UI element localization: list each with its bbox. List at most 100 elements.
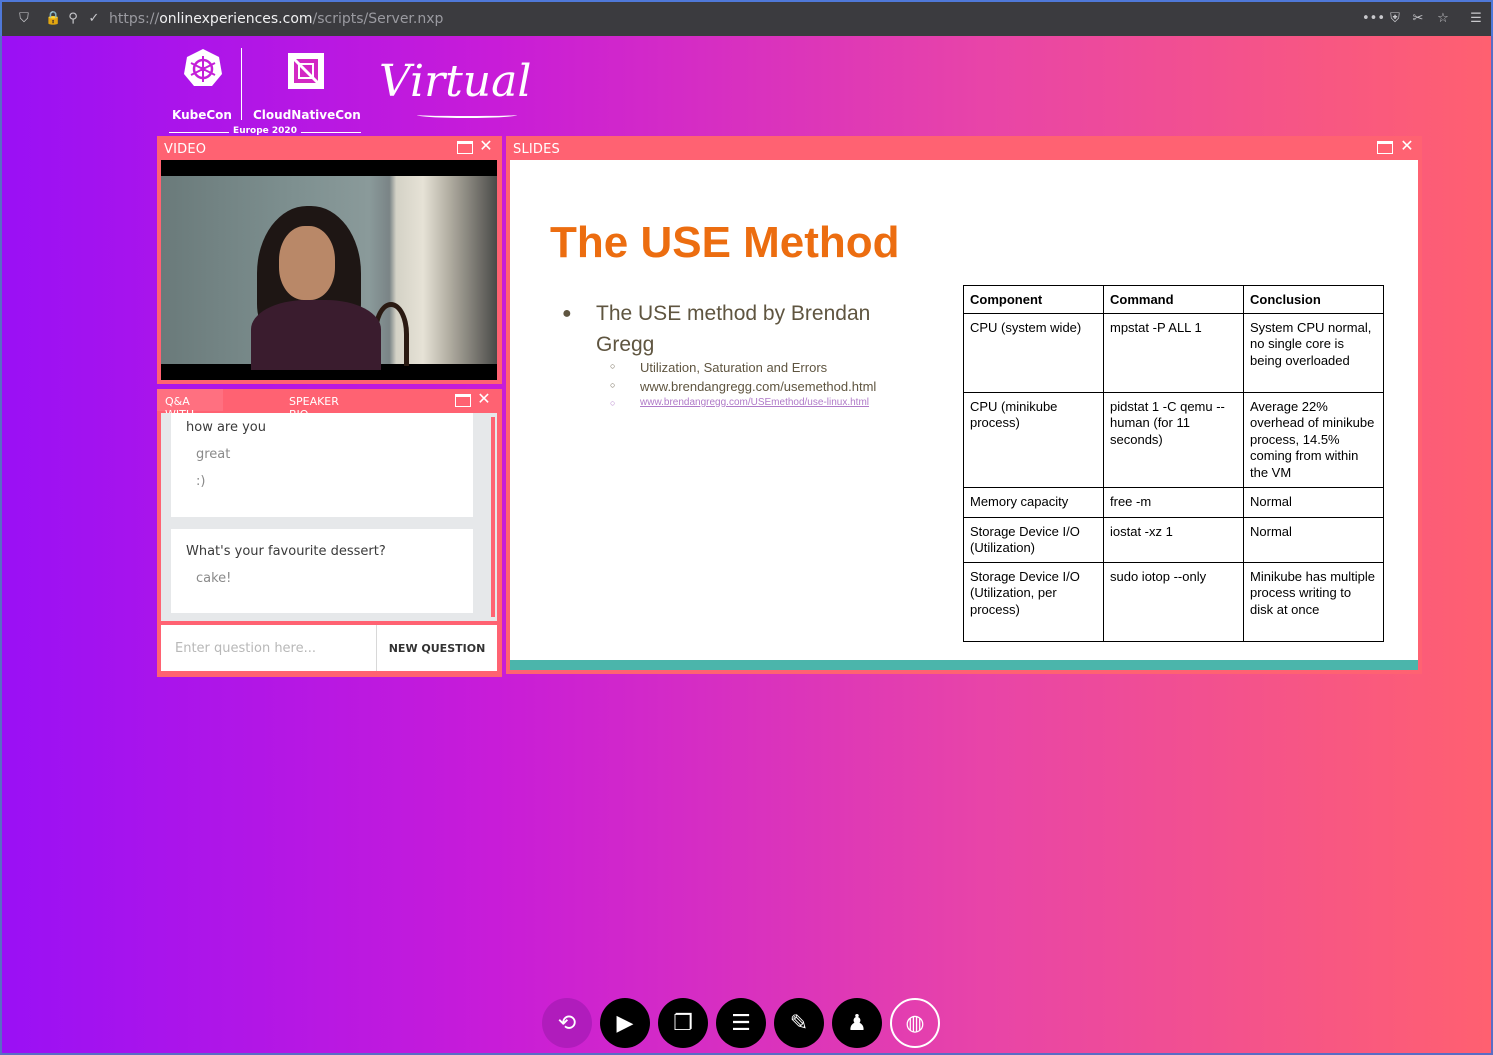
subbullet-circle: ○ [610,380,616,390]
virtual-swash [417,112,517,118]
table-header-cell: Command [1103,285,1244,314]
tab-qa-with-speaker[interactable]: Q&A WITH SPEAKER [157,389,223,434]
use-method-table: Component Command Conclusion CPU (system… [963,285,1384,642]
refresh-icon: ⟲ [557,1010,577,1036]
close-icon[interactable]: ✕ [477,391,491,407]
subbullet-circle: ○ [610,361,616,371]
kubecon-wordmark: KubeCon [172,108,232,122]
video-player[interactable] [161,160,497,380]
table-cell: mpstat -P ALL 1 [1103,312,1244,393]
video-icon: ▶ [616,1010,634,1036]
close-icon[interactable]: ✕ [1400,138,1414,154]
cloudnativecon-icon [288,53,324,89]
table-row: CPU (system wide) mpstat -P ALL 1 System… [963,312,1384,393]
table-header-cell: Conclusion [1243,285,1384,314]
qa-question: What's your favourite dessert? [186,544,386,559]
question-input[interactable] [161,625,376,671]
subbullet-link-text[interactable]: www.brendangregg.com/USEmethod/use-linux… [640,397,869,408]
maximize-icon[interactable] [457,141,473,154]
subbullet-text: www.brendangregg.com/usemethod.html [640,379,877,394]
table-cell: Normal [1243,486,1384,518]
globe-icon: ◍ [905,1010,925,1036]
subbullet-circle: ○ [610,398,616,408]
logo-divider [241,48,242,120]
event-logo: KubeCon CloudNativeCon Europe 2020 Virtu… [167,46,531,136]
table-cell: Storage Device I/O (Utilization) [963,516,1104,563]
table-cell: sudo iotop --only [1103,561,1244,642]
video-button[interactable]: ▶ [600,998,650,1048]
qa-panel: Q&A WITH SPEAKER SPEAKER BIO ✕ how are y… [157,389,502,677]
bookmark-star-icon[interactable]: ☆ [1435,11,1451,27]
qa-button[interactable]: ✎ [774,998,824,1048]
globe-button[interactable]: ◍ [890,998,940,1048]
tab-speaker-bio[interactable]: SPEAKER BIO [281,389,347,421]
table-row: Storage Device I/O (Utilization, per pro… [963,561,1384,642]
table-row: CPU (minikube process) pidstat 1 -C qemu… [963,391,1384,488]
table-row: Storage Device I/O (Utilization) iostat … [963,516,1384,563]
qa-answer: cake! [196,571,232,586]
slides-panel-title: SLIDES [513,142,561,157]
table-cell: Minikube has multiple process writing to… [1243,561,1384,642]
subbullet-text: Utilization, Saturation and Errors [640,360,828,375]
event-stage: KubeCon CloudNativeCon Europe 2020 Virtu… [2,36,1491,1053]
speaker-video-feed [161,176,497,370]
maximize-icon[interactable] [455,394,471,407]
table-cell: CPU (minikube process) [963,391,1104,488]
hamburger-menu-icon[interactable]: ☰ [1468,11,1484,27]
refresh-button[interactable]: ⟲ [542,998,592,1048]
page-actions-icon[interactable]: ••• [1362,11,1385,27]
address-bar[interactable]: https://onlinexperiences.com/scripts/Ser… [109,11,443,27]
permissions-icon[interactable]: ⚲ [65,11,81,27]
edition-label: Europe 2020 [167,126,363,136]
speaker-face [279,226,335,300]
qa-question: how are you [186,420,266,435]
table-cell: iostat -xz 1 [1103,516,1244,563]
new-question-button[interactable]: NEW QUESTION [376,625,497,671]
qa-item: how are you great :) [171,413,473,517]
maximize-icon[interactable] [1377,141,1393,154]
table-cell: CPU (system wide) [963,312,1104,393]
qa-answer: :) [196,474,206,489]
cloudnativecon-wordmark: CloudNativeCon [253,108,361,122]
shield-icon[interactable]: ⛉ [16,11,32,27]
video-panel: VIDEO ✕ [157,136,502,384]
lock-icon[interactable]: 🔒 [45,11,61,27]
browser-url-bar: ⛉ 🔒 ⚲ ✓ https://onlinexperiences.com/scr… [0,0,1493,36]
speaker-button[interactable]: ♟ [832,998,882,1048]
table-cell: Average 22% overhead of minikube process… [1243,391,1384,488]
table-cell: Memory capacity [963,486,1104,518]
pocket-icon[interactable]: ⛨ [1387,11,1403,27]
speaker-body [251,300,381,370]
slides-button[interactable]: ❐ [658,998,708,1048]
qa-answer: great [196,447,231,462]
qa-scrollbar[interactable] [491,417,495,617]
url-path: /scripts/Server.nxp [312,11,444,27]
url-scheme: https:// [109,11,160,27]
table-cell: pidstat 1 -C qemu --human (for 11 second… [1103,391,1244,488]
virtual-wordmark: Virtual [379,56,532,107]
slides-panel: SLIDES ✕ The USE Method ● The USE method… [506,136,1422,674]
table-cell: free -m [1103,486,1244,518]
table-cell: Storage Device I/O (Utilization, per pro… [963,561,1104,642]
bullet-text: The USE method by Brendan Gregg [596,302,871,356]
agenda-icon: ☰ [731,1010,751,1036]
qa-icon: ✎ [789,1010,809,1036]
autoplay-icon[interactable]: ✓ [86,11,102,27]
table-cell: System CPU normal, no single core is bei… [1243,312,1384,393]
table-header-row: Component Command Conclusion [963,285,1384,314]
bullet-dot: ● [562,305,572,322]
screenshot-icon[interactable]: ✂ [1410,11,1426,27]
video-panel-title: VIDEO [164,142,207,157]
qa-list[interactable]: how are you great :) What's your favouri… [161,413,497,621]
slides-icon: ❐ [673,1010,693,1036]
slide-footer-bar [510,660,1418,670]
url-host: onlinexperiences.com [159,11,313,27]
agenda-button[interactable]: ☰ [716,998,766,1048]
slide-view: The USE Method ● The USE method by Brend… [510,160,1418,670]
kubernetes-icon [184,49,222,86]
close-icon[interactable]: ✕ [479,138,493,154]
slide-heading: The USE Method [550,218,900,267]
table-row: Memory capacity free -m Normal [963,486,1384,518]
table-header-cell: Component [963,285,1104,314]
question-input-wrap [161,625,376,671]
